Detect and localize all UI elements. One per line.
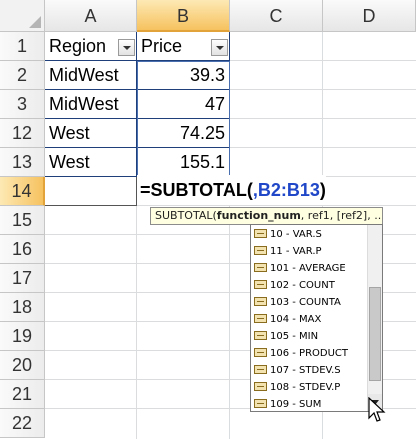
table-cell-region[interactable]: MidWest <box>45 61 136 89</box>
function-num-autocomplete-list[interactable]: 10 - VAR.S 11 - VAR.P 101 - AVERAGE 102 … <box>250 224 383 412</box>
list-item[interactable]: 102 - COUNT <box>254 277 335 294</box>
spreadsheet-grid[interactable]: A B C D 1 2 3 12 13 14 15 16 17 18 19 20… <box>0 0 416 439</box>
row-header-16[interactable]: 16 <box>0 235 45 264</box>
filter-dropdown-price-icon[interactable] <box>211 39 228 56</box>
tooltip-other-arguments: , ref1, [ref2], ...) <box>300 209 383 222</box>
list-item-label: 103 - COUNTA <box>270 297 341 308</box>
table-cell-region[interactable]: West <box>45 119 136 147</box>
tooltip-current-argument[interactable]: function_num <box>217 209 301 222</box>
table-cell-price[interactable]: 74.25 <box>137 119 229 147</box>
list-item-label: 11 - VAR.P <box>270 246 322 257</box>
list-item-label: 109 - SUM <box>270 399 322 410</box>
formula-range-reference: ,B2:B13 <box>252 180 320 200</box>
row-header-1[interactable]: 1 <box>0 32 45 61</box>
select-all-icon <box>29 16 41 28</box>
list-item-label: 104 - MAX <box>270 314 322 325</box>
column-header-c[interactable]: C <box>230 0 323 32</box>
row-header-12[interactable]: 12 <box>0 119 45 148</box>
function-option-icon <box>254 348 267 357</box>
row-header-17[interactable]: 17 <box>0 264 45 293</box>
list-item[interactable]: 101 - AVERAGE <box>254 260 346 277</box>
function-option-icon <box>254 331 267 340</box>
row-header-13[interactable]: 13 <box>0 148 45 177</box>
row-header-18[interactable]: 18 <box>0 293 45 322</box>
list-item-label: 105 - MIN <box>270 331 319 342</box>
function-option-icon <box>254 382 267 391</box>
table-cell-price[interactable]: 155.1 <box>137 148 229 176</box>
active-cell-formula[interactable]: =SUBTOTAL(,B2:B13) <box>137 175 326 205</box>
formula-function-text: =SUBTOTAL( <box>140 180 253 200</box>
list-item[interactable]: 104 - MAX <box>254 311 321 328</box>
list-item[interactable]: 107 - STDEV.S <box>254 362 341 379</box>
row-header-2[interactable]: 2 <box>0 61 45 90</box>
list-item-label: 10 - VAR.S <box>270 229 322 240</box>
select-all-corner[interactable] <box>0 0 45 32</box>
list-item[interactable]: 106 - PRODUCT <box>254 345 348 362</box>
list-item[interactable]: 109 - SUM <box>254 396 321 413</box>
list-item[interactable]: 11 - VAR.P <box>254 243 322 260</box>
function-option-icon <box>254 229 267 238</box>
row-header-21[interactable]: 21 <box>0 380 45 409</box>
row-header-15[interactable]: 15 <box>0 206 45 235</box>
function-option-icon <box>254 280 267 289</box>
list-item[interactable]: 103 - COUNTA <box>254 294 341 311</box>
list-item-label: 102 - COUNT <box>270 280 335 291</box>
list-item-label: 108 - STDEV.P <box>270 382 341 393</box>
list-item-label: 106 - PRODUCT <box>270 348 349 359</box>
formula-close-paren: ) <box>319 180 326 200</box>
tooltip-function-name: SUBTOTAL( <box>155 209 217 222</box>
row-header-14[interactable]: 14 <box>0 177 45 206</box>
column-header-d[interactable]: D <box>323 0 416 32</box>
row-header-22[interactable]: 22 <box>0 409 45 438</box>
table-cell-price[interactable]: 39.3 <box>137 61 229 89</box>
mouse-pointer-icon <box>368 397 386 422</box>
table-cell-region[interactable]: West <box>45 148 136 176</box>
cell-border <box>45 205 137 206</box>
function-option-icon <box>254 314 267 323</box>
table-cell-region[interactable]: MidWest <box>45 90 136 118</box>
function-option-icon <box>254 246 267 255</box>
table-cell-price[interactable]: 47 <box>137 90 229 118</box>
row-header-3[interactable]: 3 <box>0 90 45 119</box>
list-item[interactable]: 10 - VAR.S <box>254 226 322 243</box>
row-header-20[interactable]: 20 <box>0 351 45 380</box>
list-item[interactable]: 105 - MIN <box>254 328 318 345</box>
function-option-icon <box>254 297 267 306</box>
list-item-label: 101 - AVERAGE <box>270 263 346 274</box>
function-option-icon <box>254 263 267 272</box>
list-item-label: 107 - STDEV.S <box>270 365 341 376</box>
list-scrollbar[interactable] <box>367 225 382 411</box>
filter-dropdown-region-icon[interactable] <box>118 39 135 56</box>
column-header-a[interactable]: A <box>45 0 137 32</box>
function-option-icon <box>254 365 267 374</box>
list-item[interactable]: 108 - STDEV.P <box>254 379 340 396</box>
column-header-b[interactable]: B <box>137 0 230 32</box>
function-option-icon <box>254 399 267 408</box>
row-header-19[interactable]: 19 <box>0 322 45 351</box>
function-signature-tooltip[interactable]: SUBTOTAL(function_num, ref1, [ref2], ...… <box>150 207 383 225</box>
scrollbar-thumb[interactable] <box>369 287 381 381</box>
